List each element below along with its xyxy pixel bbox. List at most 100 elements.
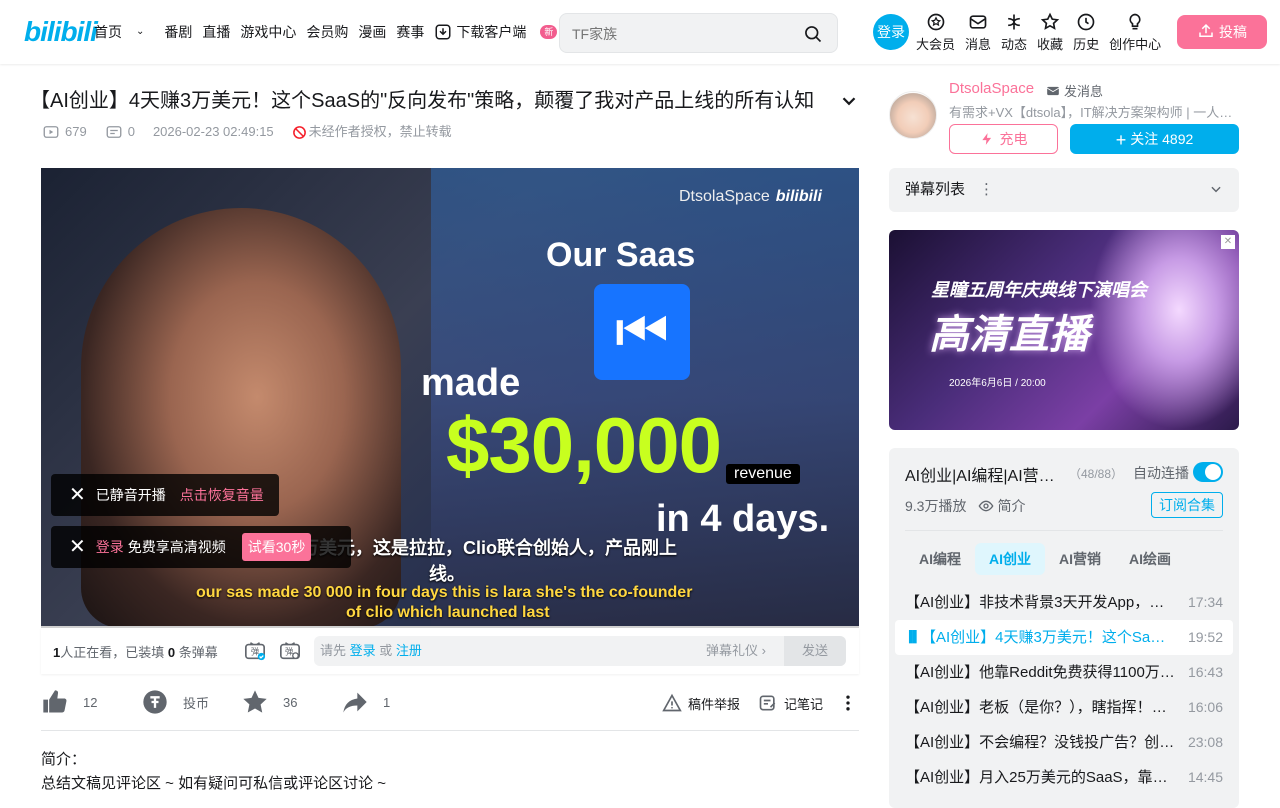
nav-item-game[interactable]: 游戏中心 xyxy=(240,22,296,42)
uploader-avatar[interactable] xyxy=(889,91,937,139)
item-duration: 17:34 xyxy=(1187,594,1223,610)
playlist-title[interactable]: AI创业|AI编程|AI营销|AI绘画 xyxy=(905,462,1061,486)
report-button[interactable]: 稿件举报 xyxy=(662,693,740,713)
tab-ai-marketing[interactable]: AI营销 xyxy=(1045,543,1115,575)
danmaku-login-link[interactable]: 登录 xyxy=(350,643,376,658)
playlist-intro-link[interactable]: 简介 xyxy=(978,496,1025,516)
coin-label: 投币 xyxy=(183,695,210,711)
playlist-item[interactable]: 【AI创业】他靠Reddit免费获得1100万用户 16:43 xyxy=(895,655,1233,690)
header-icon-label: 创作中心 xyxy=(1109,37,1162,52)
toast-login-link[interactable]: 登录 xyxy=(96,537,124,557)
nav-item-home[interactable]: 首页 ⌄ xyxy=(94,22,154,42)
header-dynamic[interactable]: 动态 xyxy=(1001,12,1027,53)
message-icon xyxy=(969,15,987,29)
playlist-item[interactable]: 【AI创业】非技术背景3天开发App，月入5万美元 17:34 xyxy=(895,585,1233,620)
chevron-down-icon[interactable] xyxy=(1209,182,1223,196)
header-icon-label: 收藏 xyxy=(1037,37,1064,52)
close-icon[interactable]: ✕ xyxy=(1221,235,1235,249)
follow-button[interactable]: + 关注 4892 xyxy=(1070,124,1239,154)
playlist-item-current[interactable]: ▐▌【AI创业】4天赚3万美元！这个SaaS的"反向发布"策略 19:52 xyxy=(895,620,1233,655)
copyright-text: 未经作者授权，禁止转载 xyxy=(308,124,452,139)
tab-ai-drawing[interactable]: AI绘画 xyxy=(1115,543,1185,575)
charge-label: 充电 xyxy=(999,131,1028,147)
nav-item-live[interactable]: 直播 xyxy=(202,22,230,42)
item-duration: 19:52 xyxy=(1187,629,1223,645)
autoplay-toggle[interactable] xyxy=(1193,462,1223,482)
danmaku-toggle-icon[interactable]: 弹 xyxy=(244,640,266,662)
ad-date: 2026年6月6日 / 20:00 xyxy=(949,378,1046,389)
dynamic-icon xyxy=(1008,14,1020,30)
video-title: 【AI创业】4天赚3万美元！这个SaaS的"反向发布"策略，颠覆了我对产品上线的… xyxy=(30,90,815,112)
upload-label: 投稿 xyxy=(1219,24,1247,40)
header-vip[interactable]: 大会员 xyxy=(916,12,955,53)
nav-item-download[interactable]: 下载客户端 新 xyxy=(434,22,567,42)
header-history[interactable]: 历史 xyxy=(1073,12,1099,53)
header-favorite[interactable]: 收藏 xyxy=(1037,12,1063,53)
danmaku-icon xyxy=(106,126,122,138)
subscribe-collection-button[interactable]: 订阅合集 xyxy=(1151,492,1223,518)
header-message[interactable]: 消息 xyxy=(965,12,991,53)
danmaku-bar: 1人正在看，已装填 0 条弹幕 弹 弹 请先 登录 或 注册 弹幕礼仪 › 发送 xyxy=(41,628,859,674)
send-message-link[interactable]: 发消息 xyxy=(1046,81,1103,100)
charge-button[interactable]: 充电 xyxy=(949,124,1058,154)
saas-logo: ⏮ xyxy=(594,284,690,380)
header-creator[interactable]: 创作中心 xyxy=(1109,12,1161,53)
nav-label: 首页 xyxy=(94,24,122,40)
nav-item-manga[interactable]: 漫画 xyxy=(358,22,386,42)
nav-item-anime[interactable]: 番剧 xyxy=(164,22,192,42)
close-icon[interactable]: ✕ xyxy=(69,485,86,505)
more-dots-icon xyxy=(846,695,850,711)
chevron-down-icon[interactable] xyxy=(838,90,860,112)
playlist-item[interactable]: 【AI创业】月入25万美元的SaaS，靠的竟然是 14:45 xyxy=(895,760,1233,795)
more-dots-icon[interactable]: ⋮ xyxy=(979,168,994,212)
danmaku-input[interactable]: 请先 登录 或 注册 弹幕礼仪 › 发送 xyxy=(314,636,846,666)
lightning-icon xyxy=(981,133,991,145)
chevron-down-icon: ⌄ xyxy=(136,26,145,37)
ad-character-art xyxy=(1089,230,1239,430)
eye-icon xyxy=(979,500,994,512)
tab-ai-startup[interactable]: AI创业 xyxy=(975,543,1045,575)
playlist-item[interactable]: 【AI创业】老板（是你？），瞎指挥！你的员工 16:06 xyxy=(895,690,1233,725)
chevron-right-icon: › xyxy=(761,643,766,658)
download-icon xyxy=(435,24,451,40)
danmaku-send-button[interactable]: 发送 xyxy=(784,636,846,666)
tab-ai-coding[interactable]: AI编程 xyxy=(905,543,975,575)
share-button[interactable]: 1 xyxy=(341,688,390,716)
nav-item-match[interactable]: 赛事 xyxy=(396,22,424,42)
video-meta: 679 0 2026-02-23 02:49:15 未经作者授权，禁止转载 xyxy=(42,123,470,141)
search-icon[interactable] xyxy=(803,24,823,44)
coin-icon xyxy=(143,690,167,714)
favorite-button[interactable]: 36 xyxy=(241,688,297,716)
upload-button[interactable]: 投稿 xyxy=(1177,15,1267,49)
loaded-unit: 条弹幕 xyxy=(178,645,218,660)
nav-label: 下载客户端 xyxy=(456,24,527,40)
close-icon[interactable]: ✕ xyxy=(69,537,86,557)
danmaku-etiquette-link[interactable]: 弹幕礼仪 › xyxy=(706,636,766,666)
etiquette-label: 弹幕礼仪 xyxy=(706,643,759,658)
danmaku-register-link[interactable]: 注册 xyxy=(396,643,422,658)
restore-volume-link[interactable]: 点击恢复音量 xyxy=(180,485,264,505)
bilibili-logo[interactable]: bilibili xyxy=(24,16,98,48)
header-icons: 大会员 消息 动态 收藏 历史 创作中心 xyxy=(916,12,1171,53)
ad-banner[interactable]: 星瞳五周年庆典线下演唱会 高清直播 2026年6月6日 / 20:00 ✕ xyxy=(889,230,1239,430)
send-message-label: 发消息 xyxy=(1064,84,1104,99)
watermark-logo: bilibili xyxy=(775,188,822,205)
item-duration: 16:43 xyxy=(1187,664,1223,680)
playlist-item[interactable]: 【AI创业】不会编程？没钱投广告？创业者必看 23:08 xyxy=(895,725,1233,760)
item-title: 【AI创业】不会编程？没钱投广告？创业者必看 xyxy=(905,734,1175,751)
nav-item-shop[interactable]: 会员购 xyxy=(306,22,348,42)
coin-button[interactable]: 投币 xyxy=(141,688,209,716)
loaded-count: 0 xyxy=(167,645,176,660)
view-count: 679 xyxy=(42,123,87,141)
try-30s-button[interactable]: 试看30秒 xyxy=(241,533,312,561)
danmaku-list-header[interactable]: 弹幕列表 ⋮ xyxy=(889,168,1239,212)
more-options-icon[interactable] xyxy=(838,693,864,713)
notes-button[interactable]: 记笔记 xyxy=(758,693,823,713)
uploader-name[interactable]: DtsolaSpace xyxy=(949,80,1034,97)
star-icon xyxy=(243,690,267,713)
danmaku-settings-icon[interactable]: 弹 xyxy=(279,640,301,662)
login-avatar-button[interactable]: 登录 xyxy=(873,14,909,50)
item-title: 【AI创业】月入25万美元的SaaS，靠的竟然是 xyxy=(905,769,1175,786)
search-input[interactable] xyxy=(572,23,792,45)
like-button[interactable]: 12 xyxy=(41,688,97,716)
